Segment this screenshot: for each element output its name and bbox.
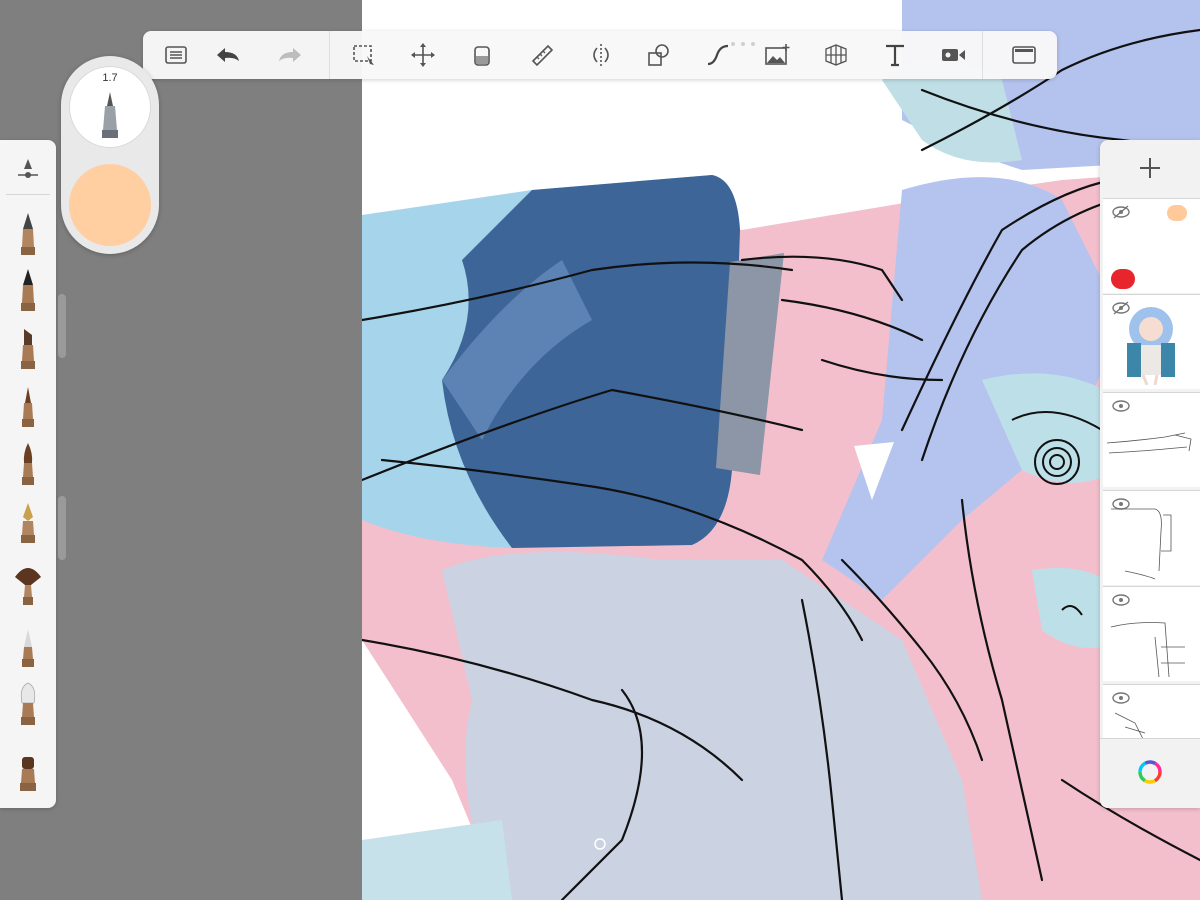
color-wheel-icon[interactable]	[1136, 758, 1164, 786]
layer-thumbnail	[1106, 432, 1192, 454]
selection-icon[interactable]	[348, 39, 380, 71]
toolbar-grip[interactable]	[731, 42, 755, 46]
add-layer-button[interactable]	[1100, 140, 1200, 196]
smudge-brush[interactable]	[8, 744, 48, 796]
full-screen-icon[interactable]	[1008, 39, 1040, 71]
undo-icon[interactable]	[212, 39, 244, 71]
fill-icon[interactable]	[466, 39, 498, 71]
hidden-eye-icon[interactable]	[1111, 205, 1131, 219]
layers-panel	[1100, 140, 1200, 808]
brush-color-swatch[interactable]	[69, 164, 151, 246]
ruler-icon[interactable]	[526, 39, 558, 71]
time-lapse-icon[interactable]	[937, 39, 969, 71]
brush-puck[interactable]: 1.7	[61, 56, 159, 254]
brush-size-value: 1.7	[102, 72, 118, 84]
brush-size-slider[interactable]	[58, 294, 66, 358]
fineliner-brush[interactable]	[8, 380, 48, 432]
insert-image-icon[interactable]	[761, 39, 793, 71]
eye-icon[interactable]	[1111, 399, 1131, 413]
pencil-brush[interactable]	[8, 208, 48, 260]
soft-brush[interactable]	[8, 678, 48, 730]
curve-icon[interactable]	[702, 39, 734, 71]
marker-brush[interactable]	[8, 322, 48, 374]
top-toolbar	[143, 31, 1057, 79]
brush-opacity-slider[interactable]	[58, 496, 66, 560]
paint-brush[interactable]	[8, 438, 48, 490]
layer-sketch-body[interactable]	[1103, 586, 1200, 681]
brush-palette	[0, 140, 56, 808]
artwork	[362, 0, 1200, 900]
layers-footer	[1100, 738, 1200, 808]
layer-thumbnail	[1110, 622, 1185, 677]
brush-size-control[interactable]: 1.7	[69, 66, 151, 148]
fountain-pen-brush[interactable]	[8, 496, 48, 548]
canvas-rotate-icon[interactable]	[592, 836, 608, 852]
transform-icon[interactable]	[407, 39, 439, 71]
layer-list-icon[interactable]	[160, 39, 192, 71]
symmetry-icon[interactable]	[585, 39, 617, 71]
layer-sketch-sleeve[interactable]	[1103, 490, 1200, 585]
layer-thumbnail	[1114, 712, 1146, 743]
plus-icon	[1140, 158, 1160, 178]
brush-library-icon[interactable]	[15, 156, 41, 182]
layer-thumb-swatch	[1111, 269, 1135, 289]
text-icon[interactable]	[879, 39, 911, 71]
layer-reference[interactable]	[1103, 294, 1200, 389]
layer-colors[interactable]	[1103, 198, 1200, 293]
eye-icon[interactable]	[1111, 593, 1131, 607]
redo-icon[interactable]	[274, 39, 306, 71]
perspective-icon[interactable]	[820, 39, 852, 71]
pencil-tip-icon	[102, 92, 118, 138]
layer-thumb-swatch	[1167, 205, 1187, 221]
dark-pencil-brush[interactable]	[8, 264, 48, 316]
fan-brush[interactable]	[8, 558, 48, 610]
layer-thumbnail	[1111, 508, 1172, 580]
airbrush[interactable]	[8, 620, 48, 672]
shapes-icon[interactable]	[643, 39, 675, 71]
layer-sketch-arm[interactable]	[1103, 392, 1200, 487]
drawing-canvas[interactable]	[362, 0, 1200, 900]
reference-thumbnail	[1127, 307, 1175, 385]
